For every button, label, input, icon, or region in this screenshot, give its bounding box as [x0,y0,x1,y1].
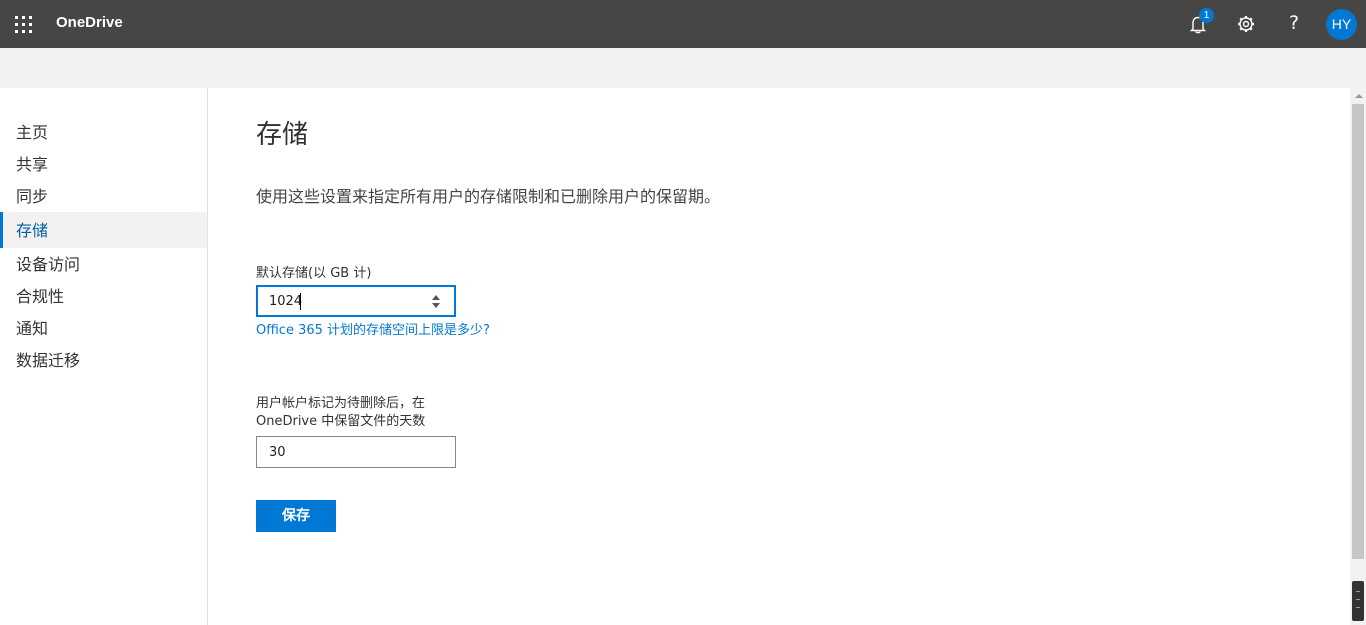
help-button[interactable]: ? [1278,8,1310,40]
top-bar: OneDrive 1 ? HY [0,0,1366,48]
sidebar-item-sync[interactable]: 同步 [0,181,207,213]
storage-limit-help-link[interactable]: Office 365 计划的存储空间上限是多少? [256,319,490,338]
main-content: 存储 使用这些设置来指定所有用户的存储限制和已删除用户的保留期。 默认存储(以 … [208,88,1350,625]
default-storage-input[interactable]: 1024 [256,285,456,317]
page-description: 使用这些设置来指定所有用户的存储限制和已删除用户的保留期。 [256,187,721,206]
number-stepper[interactable] [432,293,442,309]
sidebar-item-home[interactable]: 主页 [0,117,207,149]
gear-icon [1238,16,1254,32]
default-storage-value: 1024 [269,294,303,309]
app-title[interactable]: OneDrive [56,14,123,31]
sidebar-item-sharing[interactable]: 共享 [0,149,207,181]
sidebar-item-storage[interactable]: 存储 [0,212,207,248]
app-launcher-icon[interactable] [14,14,34,34]
chevron-up-icon[interactable] [432,295,440,300]
retention-label-line2: OneDrive 中保留文件的天数 [256,414,426,429]
text-caret [300,293,301,310]
sidebar-item-data-migration[interactable]: 数据迁移 [0,345,207,377]
user-avatar[interactable]: HY [1326,9,1357,40]
sidebar-item-notifications[interactable]: 通知 [0,313,207,345]
sidebar: 主页 共享 同步 存储 设备访问 合规性 通知 数据迁移 [0,88,208,625]
sidebar-item-compliance[interactable]: 合规性 [0,281,207,313]
retention-label-line1: 用户帐户标记为待删除后，在 [256,396,426,411]
scrollbar-thumb[interactable] [1352,104,1364,559]
save-button[interactable]: 保存 [256,500,336,532]
retention-label: 用户帐户标记为待删除后，在 OneDrive 中保留文件的天数 [256,395,476,431]
vertical-scrollbar[interactable] [1350,88,1366,625]
notification-badge: 1 [1199,8,1214,23]
scroll-grip-handle[interactable] [1352,581,1364,621]
help-icon: ? [1288,12,1300,34]
settings-button[interactable] [1230,8,1262,40]
chevron-down-icon[interactable] [432,303,440,308]
page-title: 存储 [256,120,309,150]
default-storage-label: 默认存储(以 GB 计) [256,266,372,281]
retention-days-input[interactable]: 30 [256,436,456,468]
sidebar-item-device-access[interactable]: 设备访问 [0,249,207,281]
command-bar [0,48,1366,88]
scroll-up-arrow-icon[interactable] [1355,94,1363,98]
retention-days-value: 30 [269,445,286,460]
